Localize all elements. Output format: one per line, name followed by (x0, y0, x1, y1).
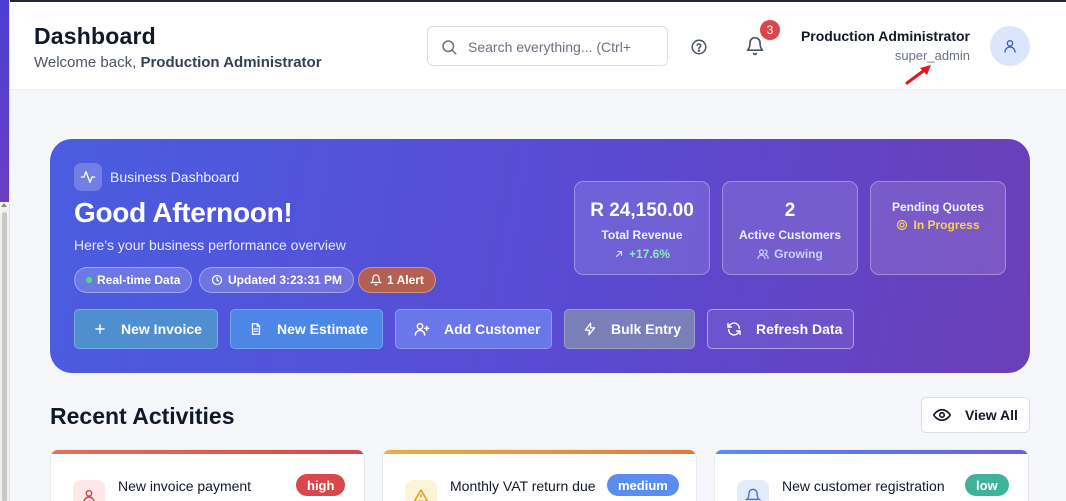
user-plus-icon (414, 322, 430, 336)
updated-label: Updated 3:23:31 PM (228, 273, 343, 287)
search-icon (442, 40, 457, 55)
clock-icon (211, 274, 223, 286)
user-icon (73, 480, 105, 501)
refresh-data-label: Refresh Data (756, 321, 843, 337)
realtime-pill: Real-time Data (74, 267, 193, 293)
document-icon (251, 323, 261, 335)
activity-text: New customer registration (782, 478, 945, 494)
view-all-label: View All (965, 407, 1018, 423)
arrow-up-right-icon (615, 250, 623, 258)
quotes-status: In Progress (871, 218, 1005, 232)
stat-total-revenue: R 24,150.00 Total Revenue +17.6% (574, 181, 710, 275)
notification-count-badge: 3 (760, 20, 780, 40)
welcome-hero-card: Business Dashboard Good Afternoon! Here'… (50, 139, 1030, 373)
help-circle-icon (691, 39, 707, 55)
target-icon (897, 219, 908, 231)
stat-active-customers: 2 Active Customers Growing (722, 181, 858, 275)
activity-text: New invoice payment received (118, 478, 252, 501)
alert-pill[interactable]: 1 Alert (358, 267, 436, 293)
bulk-entry-button[interactable]: Bulk Entry (564, 309, 695, 349)
sidebar-edge (0, 0, 10, 501)
new-invoice-label: New Invoice (121, 321, 202, 337)
activity-card[interactable]: New invoice payment received high (50, 449, 365, 501)
welcome-prefix: Welcome back, (34, 54, 137, 71)
red-arrow-annotation-icon (905, 65, 931, 85)
user-avatar[interactable] (990, 26, 1030, 66)
stat-pending-quotes: Pending Quotes In Progress (870, 181, 1006, 275)
new-estimate-button[interactable]: New Estimate (230, 309, 383, 349)
greeting: Good Afternoon! (74, 197, 293, 228)
hero-tag: Business Dashboard (110, 169, 240, 185)
recent-activities-title: Recent Activities (50, 403, 235, 429)
revenue-label: Total Revenue (601, 228, 683, 242)
new-estimate-label: New Estimate (277, 321, 369, 337)
bell-icon (746, 36, 764, 56)
add-customer-button[interactable]: Add Customer (395, 309, 552, 349)
scrollbar-thumb[interactable] (2, 212, 7, 501)
page-title: Dashboard (34, 23, 156, 49)
revenue-change-value: +17.6% (628, 247, 671, 261)
bulk-entry-label: Bulk Entry (611, 321, 682, 337)
updated-pill: Updated 3:23:31 PM (199, 267, 355, 293)
warning-icon (405, 480, 437, 501)
activity-icon (74, 163, 102, 191)
search-input[interactable] (468, 36, 660, 58)
view-all-button[interactable]: View All (921, 397, 1030, 433)
card-accent-bar (51, 450, 364, 454)
sidebar-accent (0, 0, 9, 202)
top-header: Dashboard Welcome back, Production Admin… (10, 2, 1066, 90)
welcome-message: Welcome back, Production Administrator (34, 54, 322, 71)
new-invoice-button[interactable]: New Invoice (74, 309, 218, 349)
user-name: Production Administrator (800, 28, 970, 44)
customers-status: Growing (723, 247, 857, 261)
card-accent-bar (383, 450, 696, 454)
bell-icon (737, 480, 769, 501)
realtime-label: Real-time Data (97, 273, 181, 287)
priority-badge: medium (607, 474, 679, 496)
users-icon (757, 249, 769, 260)
activity-text: Monthly VAT return due in 3 days (450, 478, 596, 501)
alert-label: 1 Alert (387, 273, 424, 287)
activity-card[interactable]: New customer registration low (714, 449, 1029, 501)
refresh-data-button[interactable]: Refresh Data (707, 309, 854, 349)
hero-subtitle: Here's your business performance overvie… (74, 237, 346, 253)
revenue-change: +17.6% (575, 247, 709, 261)
live-dot-icon (86, 277, 92, 283)
priority-badge: low (965, 474, 1009, 496)
quotes-status-label: In Progress (913, 218, 980, 232)
refresh-icon (727, 322, 741, 336)
card-accent-bar (715, 450, 1028, 454)
plus-icon (95, 324, 105, 334)
global-search[interactable] (427, 26, 668, 66)
eye-icon (933, 408, 952, 422)
customers-label: Active Customers (738, 228, 842, 242)
activity-card[interactable]: Monthly VAT return due in 3 days medium (382, 449, 697, 501)
welcome-user-name: Production Administrator (140, 54, 322, 71)
customers-status-label: Growing (774, 247, 823, 261)
bell-icon (370, 274, 382, 286)
customers-value: 2 (784, 200, 796, 221)
lightning-icon (584, 322, 596, 336)
revenue-value: R 24,150.00 (590, 200, 694, 221)
add-customer-label: Add Customer (444, 321, 541, 337)
help-button[interactable] (688, 36, 710, 58)
quotes-label: Pending Quotes (891, 200, 984, 214)
user-icon (1004, 40, 1016, 53)
scroll-up-arrow[interactable] (1, 203, 7, 207)
priority-badge: high (296, 474, 346, 496)
user-role: super_admin (894, 48, 970, 63)
